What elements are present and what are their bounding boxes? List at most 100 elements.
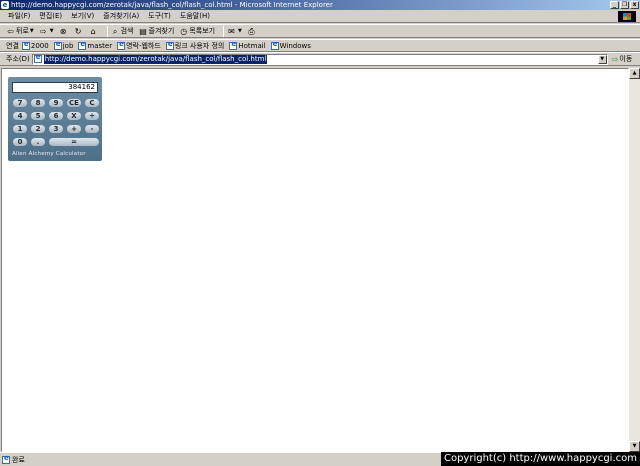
link-label: 링크 사용자 정의 bbox=[174, 41, 225, 50]
menu-help[interactable]: 도움말(H) bbox=[180, 11, 210, 21]
chevron-down-icon: ▼ bbox=[238, 28, 242, 34]
address-url[interactable]: http://demo.happycgi.com/zerotak/java/fl… bbox=[43, 54, 268, 64]
copyright-banner: Copyright(c) http://www.happycgi.com bbox=[440, 452, 640, 466]
scroll-up-button[interactable]: ▲ bbox=[629, 68, 640, 79]
search-icon: ⌕ bbox=[112, 26, 118, 36]
menu-edit[interactable]: 편집(E) bbox=[39, 11, 62, 21]
calculator: 384162 7 8 9 CE C 4 5 6 X ÷ 1 2 3 + - 0 … bbox=[8, 77, 102, 161]
key-equals[interactable]: = bbox=[49, 138, 99, 146]
key-4[interactable]: 4 bbox=[13, 112, 27, 120]
key-2[interactable]: 2 bbox=[31, 125, 45, 133]
links-bar: 연결 2000 job master 영락-웹하드 링크 사용자 정의 Hotm… bbox=[0, 39, 640, 52]
print-icon: ⎙ bbox=[248, 26, 255, 36]
menu-bar: 파일(F) 편집(E) 보기(V) 즐겨찾기(A) 도구(T) 도움말(H) bbox=[0, 10, 640, 23]
favorites-icon: ▤ bbox=[139, 26, 147, 36]
stop-button[interactable]: ⊗ bbox=[59, 27, 69, 36]
toolbar-separator bbox=[223, 25, 225, 37]
key-0[interactable]: 0 bbox=[13, 138, 27, 146]
toolbar-separator bbox=[106, 25, 108, 37]
address-label: 주소(D) bbox=[6, 55, 30, 63]
back-label: 뒤로 bbox=[16, 27, 29, 35]
title-bar[interactable]: e http://demo.happycgi.com/zerotak/java/… bbox=[0, 0, 640, 10]
link-job[interactable]: job bbox=[53, 40, 74, 50]
menu-view[interactable]: 보기(V) bbox=[71, 11, 94, 21]
page-icon bbox=[78, 40, 87, 50]
home-button[interactable]: ⌂ bbox=[89, 27, 99, 36]
go-label: 이동 bbox=[619, 55, 633, 63]
search-button[interactable]: ⌕ 검색 bbox=[111, 26, 134, 36]
menu-favorites[interactable]: 즐겨찾기(A) bbox=[103, 11, 139, 21]
key-7[interactable]: 7 bbox=[13, 99, 27, 107]
link-label: job bbox=[62, 41, 74, 50]
key-8[interactable]: 8 bbox=[31, 99, 45, 107]
key-multiply[interactable]: X bbox=[67, 112, 81, 120]
key-6[interactable]: 6 bbox=[49, 112, 63, 120]
link-hotmail[interactable]: Hotmail bbox=[229, 40, 266, 50]
ie-logo-icon: e bbox=[1, 1, 9, 9]
page-icon bbox=[33, 53, 42, 63]
menu-tools[interactable]: 도구(T) bbox=[148, 11, 171, 21]
chevron-down-icon: ▼ bbox=[49, 28, 54, 34]
page-icon bbox=[21, 40, 30, 50]
back-arrow-icon: ⇦ bbox=[7, 26, 14, 36]
history-button[interactable]: ◷ 목록보기 bbox=[179, 26, 215, 36]
browser-window: e http://demo.happycgi.com/zerotak/java/… bbox=[0, 0, 640, 466]
link-label: master bbox=[87, 41, 113, 50]
key-c[interactable]: C bbox=[85, 99, 99, 107]
stop-icon: ⊗ bbox=[59, 26, 67, 36]
page-icon bbox=[117, 40, 126, 50]
home-icon: ⌂ bbox=[90, 26, 96, 36]
calculator-brand: Alien Alchemy Calculator bbox=[12, 151, 86, 157]
window-title: http://demo.happycgi.com/zerotak/java/fl… bbox=[11, 1, 333, 9]
key-9[interactable]: 9 bbox=[49, 99, 63, 107]
restore-button[interactable]: ❐ bbox=[620, 1, 629, 9]
page-icon bbox=[270, 40, 279, 50]
close-button[interactable]: x bbox=[630, 1, 639, 9]
mail-button[interactable]: ✉ ▼ bbox=[227, 27, 242, 36]
address-bar: 주소(D) http://demo.happycgi.com/zerotak/j… bbox=[0, 52, 640, 66]
link-webhard[interactable]: 영락-웹하드 bbox=[117, 40, 161, 51]
scroll-down-button[interactable]: ▼ bbox=[629, 441, 640, 452]
key-minus[interactable]: - bbox=[85, 125, 99, 133]
address-input[interactable]: http://demo.happycgi.com/zerotak/java/fl… bbox=[31, 53, 608, 65]
link-label: Windows bbox=[279, 41, 311, 50]
key-1[interactable]: 1 bbox=[13, 125, 27, 133]
key-ce[interactable]: CE bbox=[67, 99, 81, 107]
history-icon: ◷ bbox=[180, 26, 188, 36]
calculator-display: 384162 bbox=[12, 82, 98, 93]
status-text: 완료 bbox=[12, 455, 25, 464]
favorites-button[interactable]: ▤ 즐겨찾기 bbox=[139, 26, 175, 36]
key-5[interactable]: 5 bbox=[31, 112, 45, 120]
key-decimal[interactable]: . bbox=[31, 138, 45, 146]
link-2000[interactable]: 2000 bbox=[21, 40, 49, 50]
link-customize[interactable]: 링크 사용자 정의 bbox=[165, 40, 225, 51]
vertical-scrollbar[interactable]: ▲ ▼ bbox=[629, 68, 640, 452]
link-label: 영락-웹하드 bbox=[126, 41, 161, 50]
go-button[interactable]: ⇨ 이동 bbox=[612, 54, 633, 64]
key-divide[interactable]: ÷ bbox=[85, 112, 99, 120]
key-3[interactable]: 3 bbox=[49, 125, 63, 133]
standard-toolbar: ⇦ 뒤로 ▼ ⇨ ▼ ⊗ ↻ ⌂ ⌕ 검색 ▤ 즐겨찾기 ◷ 목록보기 ✉ ▼ … bbox=[0, 24, 640, 38]
page-icon bbox=[165, 40, 174, 50]
chevron-down-icon: ▼ bbox=[29, 28, 34, 34]
menu-file[interactable]: 파일(F) bbox=[8, 11, 30, 21]
go-arrow-icon: ⇨ bbox=[611, 54, 619, 64]
link-windows[interactable]: Windows bbox=[270, 40, 311, 50]
links-label: 연결 bbox=[6, 41, 19, 50]
refresh-button[interactable]: ↻ bbox=[74, 27, 84, 36]
forward-button[interactable]: ⇨ ▼ bbox=[39, 27, 54, 36]
print-button[interactable]: ⎙ bbox=[247, 27, 257, 36]
minimize-button[interactable]: _ bbox=[610, 1, 619, 9]
favorites-label: 즐겨찾기 bbox=[148, 27, 175, 35]
address-dropdown-button[interactable]: ▼ bbox=[597, 54, 607, 64]
page-icon bbox=[53, 40, 62, 50]
search-label: 검색 bbox=[120, 27, 134, 35]
back-button[interactable]: ⇦ 뒤로 ▼ bbox=[6, 26, 34, 36]
key-plus[interactable]: + bbox=[67, 125, 81, 133]
page-icon bbox=[2, 454, 10, 464]
link-master[interactable]: master bbox=[78, 40, 113, 50]
page-content: 384162 7 8 9 CE C 4 5 6 X ÷ 1 2 3 + - 0 … bbox=[1, 68, 629, 452]
link-label: 2000 bbox=[30, 41, 49, 50]
refresh-icon: ↻ bbox=[74, 26, 82, 36]
window-controls: _ ❐ x bbox=[610, 1, 639, 9]
